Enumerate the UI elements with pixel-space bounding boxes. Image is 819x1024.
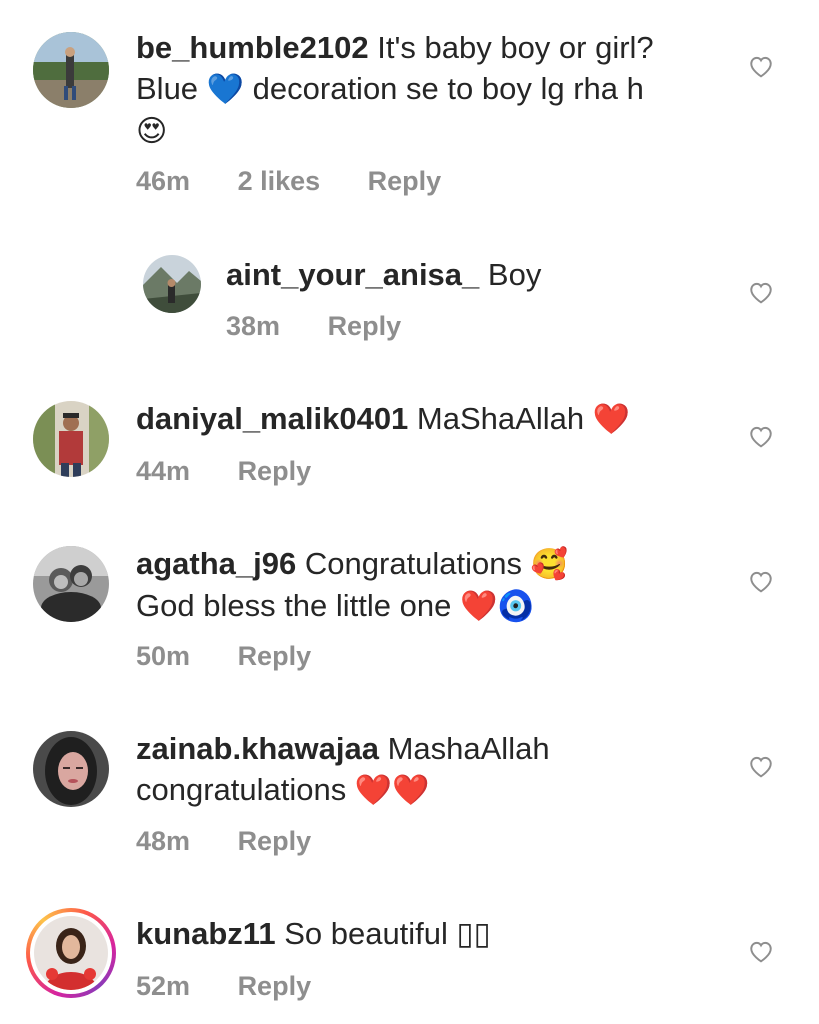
timestamp: 52m [136,971,191,1001]
comment-meta: 38m Reply [226,311,441,342]
reply-button[interactable]: Reply [328,311,402,341]
comment-body: MaShaAllah [416,401,585,436]
like-heart-icon[interactable] [748,54,774,78]
comment-meta: 52m Reply [136,971,351,1002]
like-heart-icon[interactable] [748,754,774,778]
story-ring[interactable] [26,908,116,998]
comment-meta: 50m Reply [136,641,351,672]
comments-list: be_humble2102 It's baby boy or girl? Blu… [0,0,819,1024]
reply-button[interactable]: Reply [238,641,312,671]
reply-button[interactable]: Reply [238,826,312,856]
comment-text: agatha_j96 Congratulations 🥰 God bless t… [136,543,726,627]
avatar[interactable] [33,401,109,477]
red-hearts-emoji: ❤️❤️ [354,774,430,807]
missing-glyph-emoji: ▯▯ [456,916,491,951]
comment-body: So beautiful [284,916,448,951]
comment-text: aint_your_anisa_ Boy [226,254,726,295]
comment-text: zainab.khawajaa MashaAllah congratulatio… [136,728,726,811]
comment-text: kunabz11 So beautiful ▯▯ [136,913,726,954]
comment-body: Boy [487,257,542,292]
avatar[interactable] [143,255,201,313]
username[interactable]: aint_your_anisa_ [226,257,479,292]
comment-body-line2: God bless the little one [136,588,452,623]
like-heart-icon[interactable] [748,424,774,448]
comment-body: Congratulations [304,546,523,581]
avatar[interactable] [33,731,109,807]
avatar[interactable] [33,32,109,108]
reply-button[interactable]: Reply [238,456,312,486]
red-heart-emoji: ❤️ [459,590,498,623]
comment-meta: 44m Reply [136,456,351,487]
timestamp: 46m [136,166,191,196]
likes-count[interactable]: 2 likes [238,166,321,196]
like-heart-icon[interactable] [748,280,774,304]
username[interactable]: be_humble2102 [136,30,369,65]
comment-body: It's baby boy or girl? [377,30,654,65]
username[interactable]: kunabz11 [136,916,276,951]
red-heart-emoji: ❤️ [592,403,631,436]
timestamp: 50m [136,641,191,671]
comment-meta: 46m 2 likes Reply [136,166,481,197]
nazar-amulet-emoji: 🧿 [497,590,535,623]
heart-eyes-emoji: 😍 [136,115,168,148]
avatar[interactable] [34,916,108,990]
username[interactable]: daniyal_malik0401 [136,401,408,436]
reply-button[interactable]: Reply [238,971,312,1001]
comment-meta: 48m Reply [136,826,351,857]
comment-body: MashaAllah [387,731,550,766]
comment-body-line2: congratulations [136,772,347,807]
smiling-face-with-hearts-emoji: 🥰 [530,548,569,581]
timestamp: 44m [136,456,191,486]
like-heart-icon[interactable] [748,569,774,593]
comment-text: be_humble2102 It's baby boy or girl? Blu… [136,27,726,152]
timestamp: 48m [136,826,191,856]
comment-body-line2a: Blue [136,71,199,106]
like-heart-icon[interactable] [748,939,774,963]
username[interactable]: zainab.khawajaa [136,731,379,766]
reply-button[interactable]: Reply [368,166,442,196]
blue-heart-emoji: 💙 [206,73,245,106]
comment-text: daniyal_malik0401 MaShaAllah ❤️ [136,398,726,440]
comment-body-line2b: decoration se to boy lg rha h [252,71,644,106]
timestamp: 38m [226,311,281,341]
avatar[interactable] [33,546,109,622]
username[interactable]: agatha_j96 [136,546,296,581]
